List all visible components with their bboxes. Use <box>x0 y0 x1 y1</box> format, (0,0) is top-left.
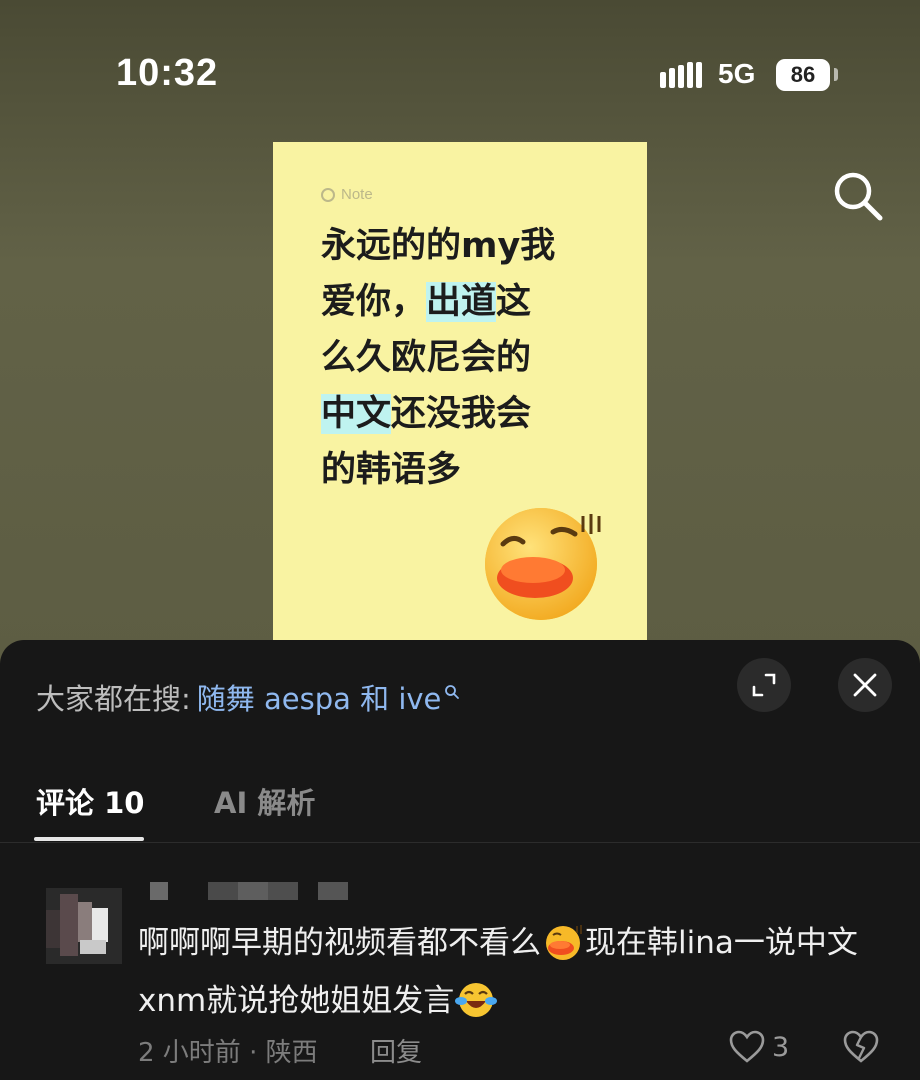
note-tag: Note <box>321 186 373 203</box>
note-segment: 爱你， <box>321 282 427 322</box>
note-segment: 还没我会 <box>391 394 532 434</box>
expand-icon <box>752 673 776 697</box>
tab-comments[interactable]: 评论 10 <box>36 780 144 822</box>
note-circle-icon <box>321 187 335 202</box>
panel-tabs: 评论 10 AI 解析 <box>0 770 920 843</box>
trending-search-query[interactable]: 随舞 aespa 和 ive <box>197 676 442 718</box>
laughing-crying-emoji-icon <box>455 982 498 1017</box>
note-segment: 这 <box>496 282 532 322</box>
note-line: 永远的的my我 <box>321 218 601 274</box>
search-icon[interactable] <box>828 166 888 226</box>
heart-icon <box>729 1030 765 1063</box>
status-time: 10:32 <box>116 52 219 94</box>
like-count: 3 <box>772 1031 790 1063</box>
note-segment: 永远的的my我 <box>321 226 556 266</box>
battery-icon: 86 <box>776 59 830 91</box>
note-card[interactable]: Note 永远的的my我 爱你，出道这 么久欧尼会的 中文还没我会 的韩语多 <box>273 142 647 640</box>
tab-ai-analysis[interactable]: AI 解析 <box>214 780 315 822</box>
comments-panel: 大家都在搜: 随舞 aespa 和 ive 评论 10 AI 解析 啊啊啊早期的… <box>0 640 920 1080</box>
avatar[interactable] <box>46 888 122 964</box>
username-redacted[interactable] <box>150 882 360 900</box>
note-highlight: 出道 <box>426 282 497 322</box>
trending-search[interactable]: 大家都在搜: 随舞 aespa 和 ive <box>36 676 460 718</box>
battery-tip <box>834 68 838 81</box>
reply-button[interactable]: 回复 <box>370 1032 422 1069</box>
expand-button[interactable] <box>737 658 791 712</box>
note-segment: 的韩语多 <box>321 450 462 490</box>
broken-heart-icon[interactable] <box>842 1030 880 1064</box>
duck-emoji-icon <box>546 924 582 960</box>
comment-item[interactable]: 啊啊啊早期的视频看都不看么 现在韩lina一说中文xnm就说抢她姐姐发言 2 小时… <box>0 860 920 1080</box>
trending-search-prefix: 大家都在搜: <box>36 682 191 716</box>
note-line: 么久欧尼会的 <box>321 330 601 386</box>
close-button[interactable] <box>838 658 892 712</box>
note-highlight: 中文 <box>321 394 392 434</box>
note-text: 永远的的my我 爱你，出道这 么久欧尼会的 中文还没我会 的韩语多 <box>321 218 601 498</box>
small-search-icon <box>445 685 460 699</box>
note-line: 的韩语多 <box>321 442 601 498</box>
note-segment: 么久欧尼会的 <box>321 338 532 378</box>
signal-icon <box>660 62 704 90</box>
duck-face-emoji-icon <box>485 508 601 620</box>
active-tab-indicator <box>34 837 144 841</box>
comment-text: 啊啊啊早期的视频看都不看么 现在韩lina一说中文xnm就说抢她姐姐发言 <box>138 914 898 1030</box>
note-line: 中文还没我会 <box>321 386 601 442</box>
close-icon <box>853 673 877 697</box>
comment-time-location: 2 小时前 · 陕西 <box>138 1038 318 1068</box>
note-tag-label: Note <box>341 186 373 203</box>
network-label: 5G <box>718 58 756 89</box>
like-button[interactable]: 3 <box>728 1030 789 1064</box>
note-line: 爱你，出道这 <box>321 274 601 330</box>
comment-text-part1: 啊啊啊早期的视频看都不看么 <box>138 925 541 961</box>
